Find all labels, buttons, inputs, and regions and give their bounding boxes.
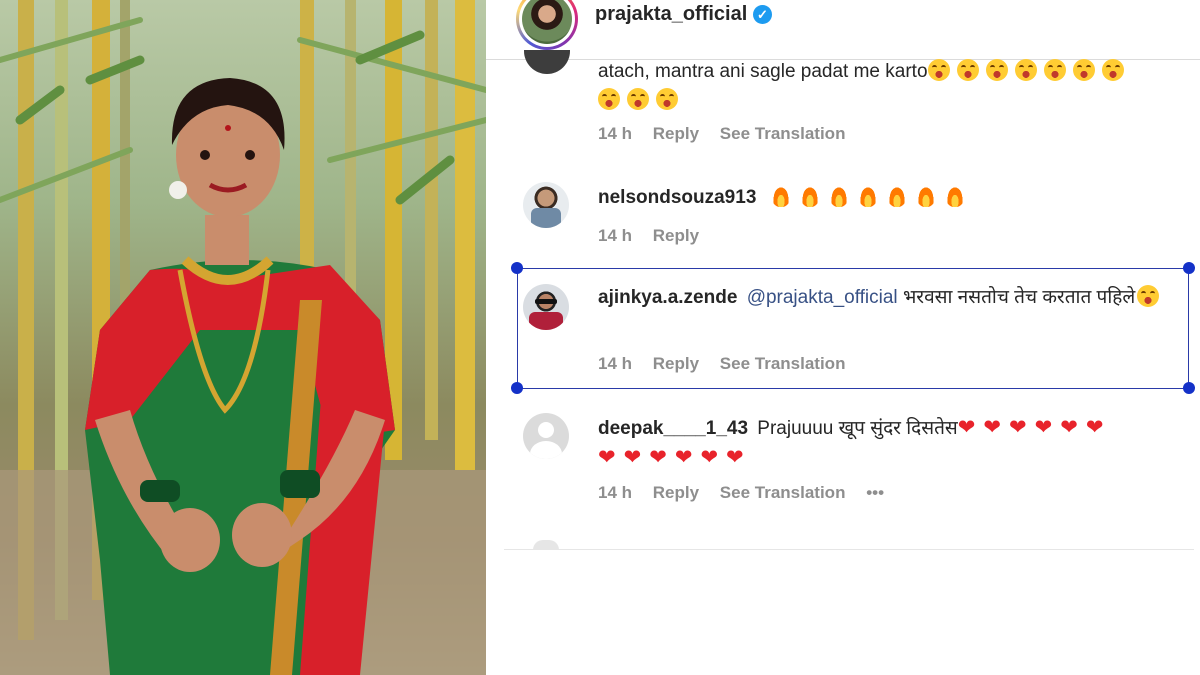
comment-time: 14 h: [598, 483, 633, 502]
laughing-emoji-icon: [627, 88, 649, 110]
laughing-emoji-icon: [1043, 59, 1066, 81]
heart-emoji-icon: ❤: [649, 446, 667, 469]
heart-emoji-icon: ❤: [957, 416, 976, 439]
resize-handle[interactable]: [1183, 262, 1195, 274]
heart-emoji-icon: ❤: [1008, 416, 1027, 439]
heart-emoji-icon: ❤: [700, 446, 719, 469]
resize-handle[interactable]: [511, 382, 523, 394]
comments-panel: prajakta_official ✓ atach, mantra ani sa…: [486, 0, 1200, 675]
divider: [504, 549, 1194, 550]
avatar[interactable]: [523, 182, 569, 228]
laughing-emoji-icon: [656, 88, 678, 110]
verified-badge-icon: ✓: [753, 5, 772, 24]
see-translation-button[interactable]: See Translation: [720, 354, 846, 373]
reply-button[interactable]: Reply: [653, 226, 699, 245]
comment-text: ajinkya.a.zende @prajakta_official भरवसा…: [598, 283, 1188, 312]
comment-body: भरवसा नसतोच तेच करतात पहिले: [902, 287, 1136, 308]
comment-username[interactable]: deepak____1_43: [598, 418, 748, 439]
reply-button[interactable]: Reply: [653, 483, 699, 502]
reply-button[interactable]: Reply: [653, 354, 699, 373]
comment-body: Prajuuuu खूप सुंदर दिसतेस: [757, 418, 958, 439]
heart-emoji-icon: ❤: [623, 446, 642, 469]
reply-button[interactable]: Reply: [653, 124, 699, 143]
laughing-emoji-icon: [1072, 59, 1095, 81]
see-translation-button[interactable]: See Translation: [720, 124, 846, 143]
fire-emoji-icon: [771, 185, 790, 207]
comment-time: 14 h: [598, 354, 633, 373]
heart-emoji-icon: ❤: [674, 446, 693, 469]
post-header: prajakta_official ✓: [486, 0, 1200, 60]
comment-time: 14 h: [598, 226, 633, 245]
comment-meta: 14 h Reply: [598, 226, 715, 246]
resize-handle[interactable]: [511, 262, 523, 274]
comment-text: deepak____1_43 Prajuuuu खूप सुंदर दिसतेस…: [598, 413, 1188, 473]
fire-emoji-icon: [829, 185, 848, 207]
laughing-emoji-icon: [927, 59, 950, 81]
comment-text: atach, mantra ani sagle padat me karto: [598, 57, 1188, 115]
profile-story-ring[interactable]: [516, 0, 578, 50]
laughing-emoji-icon: [598, 88, 620, 110]
fire-emoji-icon: [916, 185, 935, 207]
avatar[interactable]: [523, 413, 569, 459]
post-photo: [0, 0, 486, 675]
comment-username[interactable]: ajinkya.a.zende: [598, 287, 737, 308]
heart-emoji-icon: ❤: [983, 416, 1001, 439]
post-photo-illustration: [0, 0, 486, 675]
heart-emoji-icon: ❤: [1034, 416, 1053, 439]
comment-meta: 14 h Reply See Translation: [598, 354, 861, 374]
more-options-icon[interactable]: •••: [866, 483, 884, 502]
fire-emoji-icon: [858, 185, 877, 207]
comment-mention-link[interactable]: @prajakta_official: [747, 287, 898, 308]
laughing-emoji-icon: [985, 59, 1008, 81]
heart-emoji-icon: ❤: [1085, 416, 1104, 439]
post-username[interactable]: prajakta_official: [595, 3, 747, 26]
laughing-emoji-icon: [956, 59, 979, 81]
comment-body: atach, mantra ani sagle padat me karto: [598, 61, 928, 82]
avatar[interactable]: [523, 284, 569, 330]
heart-emoji-icon: ❤: [598, 446, 616, 469]
see-translation-button[interactable]: See Translation: [720, 483, 846, 502]
heart-emoji-icon: ❤: [1060, 416, 1078, 439]
laughing-emoji-icon: [1014, 59, 1037, 81]
comment-username[interactable]: nelsondsouza913: [598, 187, 756, 208]
heart-emoji-icon: ❤: [726, 446, 744, 469]
laughing-emoji-icon: [1137, 285, 1160, 307]
laughing-emoji-icon: [1101, 59, 1124, 81]
comment-meta: 14 h Reply See Translation: [598, 124, 861, 144]
comment-text: nelsondsouza913: [598, 183, 1188, 212]
fire-emoji-icon: [945, 185, 964, 207]
fire-emoji-icon: [800, 185, 819, 207]
comment-meta: 14 h Reply See Translation •••: [598, 483, 900, 503]
comment-time: 14 h: [598, 124, 633, 143]
resize-handle[interactable]: [1183, 382, 1195, 394]
fire-emoji-icon: [887, 185, 906, 207]
